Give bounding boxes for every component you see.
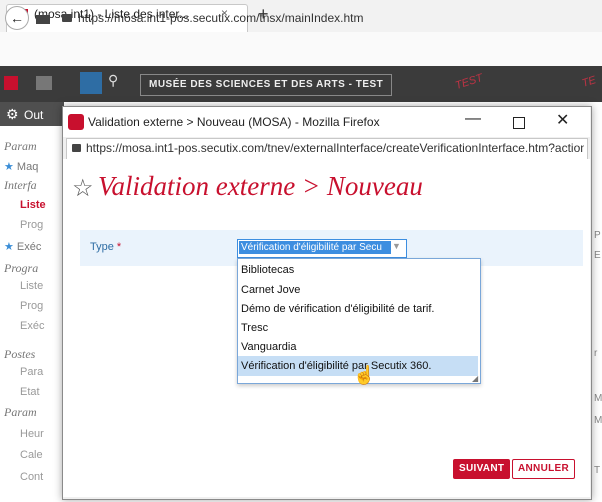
type-label-text: Type	[90, 241, 114, 253]
sidebar-item[interactable]: Cale	[20, 449, 43, 461]
calendar-icon[interactable]	[80, 72, 102, 94]
favorite-star-icon[interactable]: ☆	[72, 174, 94, 203]
firefox-icon	[68, 114, 84, 130]
institution-title[interactable]: MUSÉE DES SCIENCES ET DES ARTS - TEST	[140, 74, 393, 96]
lock-icon	[72, 144, 81, 152]
sidebar-item: Postes	[4, 347, 36, 361]
sidebar-item: Interfa	[4, 178, 37, 192]
search-icon[interactable]: ⚲	[108, 72, 118, 89]
sidebar-item[interactable]: Maq	[4, 160, 38, 173]
home-icon[interactable]	[36, 76, 52, 90]
sidebar-item: Param	[4, 405, 37, 419]
app-logo-icon[interactable]	[4, 76, 18, 90]
sidebar-item[interactable]: Heur	[20, 428, 44, 440]
background-column-label: P	[594, 230, 601, 241]
minimize-button[interactable]: —	[465, 110, 481, 128]
sidebar-item[interactable]: Liste	[20, 280, 43, 292]
sidebar-item[interactable]: Etat	[20, 386, 40, 398]
dropdown-option[interactable]: Tresc	[238, 318, 478, 338]
required-marker: *	[116, 241, 122, 253]
lock-icon	[62, 14, 72, 22]
page-title: Validation externe > Nouveau	[98, 171, 423, 201]
sidebar-item[interactable]: Cont	[20, 471, 43, 483]
sidebar-item[interactable]: Prog	[20, 300, 43, 312]
page-info-icon[interactable]	[36, 15, 50, 24]
sidebar-item[interactable]: Prog	[20, 219, 43, 231]
background-column-label: r	[594, 348, 598, 359]
chevron-down-icon[interactable]: ▼	[392, 241, 401, 251]
close-button[interactable]: ✕	[556, 110, 569, 130]
maximize-button[interactable]	[513, 117, 525, 129]
next-button[interactable]: SUIVANT	[453, 459, 511, 479]
sidebar-item[interactable]: Para	[20, 366, 43, 378]
popup-url[interactable]: https://mosa.int1-pos.secutix.com/tnev/e…	[86, 141, 584, 155]
background-column-label: M	[594, 393, 602, 404]
type-field-label: Type *	[90, 241, 121, 253]
sidebar-item[interactable]: Exéc	[20, 320, 44, 332]
dropdown-option[interactable]: Bibliotecas	[238, 260, 478, 280]
browser-navbar	[0, 32, 602, 67]
address-bar[interactable]: https://mosa.int1-pos.secutix.com/tnsx/m…	[78, 11, 363, 25]
type-select-value[interactable]: Vérification d'éligibilité par Secu	[239, 241, 391, 254]
dropdown-option[interactable]: Vanguardia	[238, 337, 478, 357]
back-button[interactable]: ←	[5, 6, 29, 30]
sidebar-item: Param	[4, 139, 37, 153]
sidebar-item: Progra	[4, 261, 39, 275]
dropdown-option[interactable]: Démo de vérification d'éligibilité de ta…	[238, 299, 478, 319]
sidebar-header-label: Out	[24, 108, 44, 122]
resize-grip-icon[interactable]: ◢	[472, 374, 478, 383]
background-column-label: T	[594, 465, 601, 476]
gear-icon: ⚙	[6, 106, 19, 122]
cancel-button[interactable]: ANNULER	[512, 459, 575, 479]
sidebar-item[interactable]: Exéc	[4, 240, 41, 253]
background-column-label: E	[594, 250, 601, 261]
popup-window-title: Validation externe > Nouveau (MOSA) - Mo…	[88, 115, 380, 129]
background-column-label: M	[594, 415, 602, 426]
dropdown-option[interactable]: Carnet Jove	[238, 280, 478, 300]
hand-cursor-icon: ☝	[353, 365, 376, 385]
sidebar-item[interactable]: Liste	[20, 199, 46, 211]
